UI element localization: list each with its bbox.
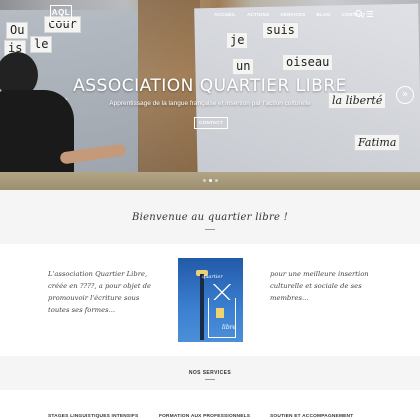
- nav-item-actions[interactable]: ACTIONS: [247, 12, 269, 17]
- slide-word: un: [232, 58, 255, 75]
- hero-subtitle: Apprentissage de la langue française et …: [109, 100, 311, 107]
- slider-dot-active[interactable]: [209, 179, 212, 182]
- slide-word: suis: [262, 22, 299, 39]
- main-nav: ACCUEIL ACTIONS SERVICES BLOG CONTACT: [214, 12, 377, 17]
- hero-person: [0, 52, 74, 172]
- services-title: NOS SERVICES: [188, 370, 232, 376]
- hero-title: ASSOCIATION QUARTIER LIBRE: [73, 76, 347, 96]
- about-text-right: pour une meilleure insertion culturelle …: [270, 270, 369, 302]
- service-item[interactable]: FORMATION AUX PROFESSIONNELS: [159, 414, 250, 419]
- poster-label: quartier: [202, 274, 223, 280]
- service-item[interactable]: SOUTIEN ET ACCOMPAGNEMENT: [270, 414, 353, 419]
- poster-label-2: libre: [222, 324, 237, 331]
- welcome-divider: [205, 229, 215, 230]
- slide-word: oiseau: [282, 54, 334, 71]
- nav-item-blog[interactable]: BLOG: [317, 12, 331, 17]
- association-poster-image: quartier libre: [178, 258, 243, 342]
- slide-word: le: [30, 36, 53, 53]
- slide-word: Fatima: [354, 134, 401, 151]
- services-divider: [205, 379, 215, 380]
- site-logo[interactable]: AQL: [50, 5, 72, 23]
- hero-contact-button[interactable]: CONTACT: [194, 117, 228, 129]
- service-item[interactable]: STAGES LINGUISTIQUES INTENSIFS: [48, 414, 138, 419]
- next-slide-arrow-icon[interactable]: »: [396, 86, 414, 104]
- slider-dot[interactable]: [203, 179, 206, 182]
- search-icon[interactable]: [355, 10, 362, 17]
- slider-dot[interactable]: [215, 179, 218, 182]
- menu-icon[interactable]: [367, 11, 373, 17]
- welcome-title: Bienvenue au quartier libre !: [131, 212, 289, 223]
- nav-item-accueil[interactable]: ACCUEIL: [214, 12, 236, 17]
- slider-dots: [203, 179, 218, 182]
- nav-item-services[interactable]: SERVICES: [280, 12, 305, 17]
- about-text-left: L'association Quartier Libre, créée en ?…: [48, 270, 152, 314]
- slide-word: Ou: [6, 22, 29, 39]
- slide-word: je: [226, 32, 249, 49]
